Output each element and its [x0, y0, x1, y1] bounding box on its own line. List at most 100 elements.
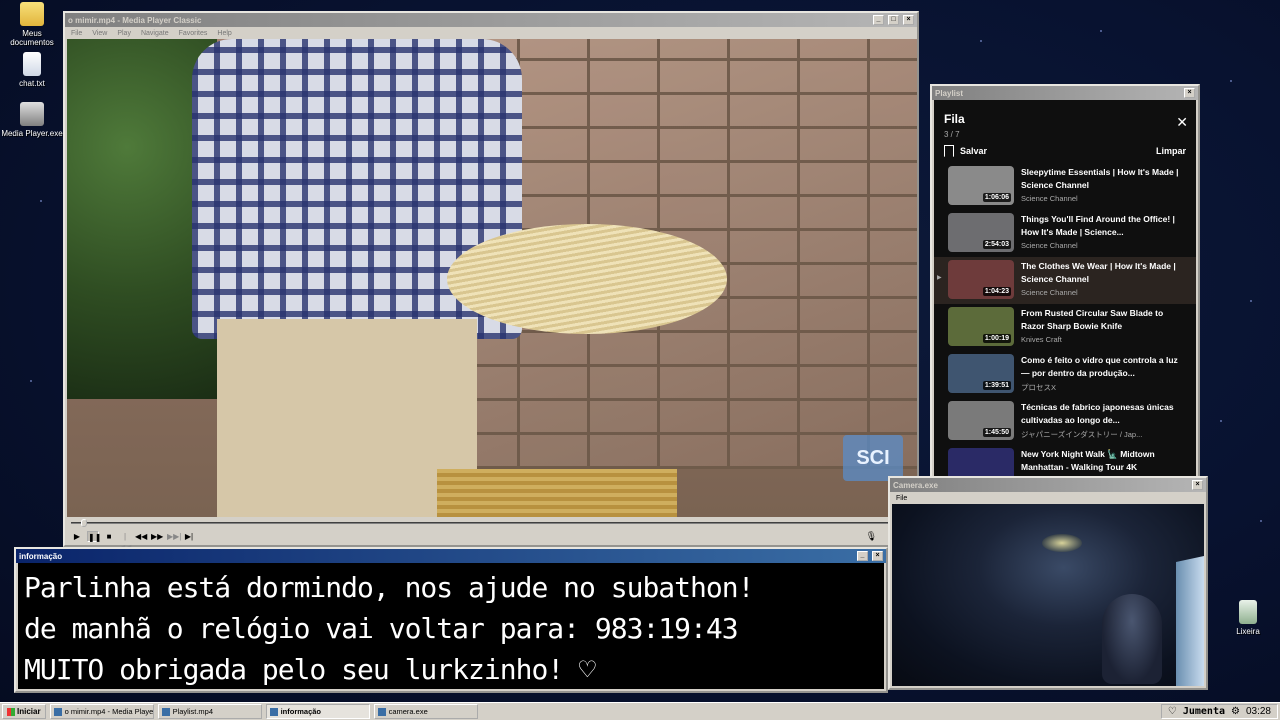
text-file-icon: [23, 52, 41, 76]
video-title[interactable]: Como é feito o vidro que controla a luz …: [1021, 354, 1186, 380]
play-button[interactable]: ▶: [71, 531, 83, 542]
previous-button[interactable]: |◀◀: [119, 531, 131, 552]
channel-name: Science Channel: [1021, 194, 1078, 203]
close-button[interactable]: ×: [1192, 480, 1203, 490]
menu-help[interactable]: Help: [217, 30, 231, 37]
desktop-icon-media-player[interactable]: Media Player.exe: [0, 102, 64, 138]
menu-play[interactable]: Play: [117, 30, 131, 37]
recycle-bin-icon: [1239, 600, 1257, 624]
channel-name: Science Channel: [1021, 288, 1078, 297]
close-button[interactable]: ×: [1184, 88, 1195, 98]
desktop-icon-chat-txt[interactable]: chat.txt: [0, 52, 64, 88]
playlist-item[interactable]: 1:39:51 Como é feito o vidro que controla…: [934, 351, 1196, 398]
video-thumbnail[interactable]: [948, 448, 1014, 476]
desktop-icon-recycle-bin[interactable]: Lixeira: [1216, 600, 1280, 636]
pause-button[interactable]: ❚❚: [87, 530, 101, 542]
playlist-item[interactable]: New York Night Walk 🗽 Midtown Manhattan …: [934, 445, 1196, 476]
stop-button[interactable]: ■: [103, 531, 115, 542]
start-button[interactable]: Iniciar: [2, 704, 46, 719]
next-button[interactable]: ▶▶|: [167, 531, 181, 542]
app-icon: [20, 102, 44, 126]
rewind-button[interactable]: ◀◀: [135, 531, 147, 542]
duration-badge: 1:04:23: [982, 287, 1011, 296]
menu-favorites[interactable]: Favorites: [179, 30, 208, 37]
video-title[interactable]: The Clothes We Wear | How It's Made | Sc…: [1021, 260, 1186, 286]
frame-step-button[interactable]: ▶|: [183, 531, 195, 542]
close-button[interactable]: ×: [872, 551, 883, 561]
channel-name: Science Channel: [1021, 241, 1078, 250]
video-title[interactable]: Técnicas de fabrico japonesas únicas cul…: [1021, 401, 1186, 427]
video-thumbnail[interactable]: 1:06:06: [948, 166, 1014, 205]
media-player-titlebar[interactable]: o mimir.mp4 - Media Player Classic _ □ ×: [65, 13, 917, 27]
windows-logo-icon: [7, 707, 15, 716]
taskbar: Iniciar o mimir.mp4 - Media Playe... Pla…: [0, 702, 1280, 720]
video-display[interactable]: SCI: [67, 39, 917, 517]
close-button[interactable]: ×: [903, 15, 914, 25]
channel-name: プロセスX: [1021, 383, 1057, 392]
desktop-icon-my-documents[interactable]: Meus documentos: [0, 2, 64, 47]
volume-icon[interactable]: 🎙: [866, 531, 877, 542]
maximize-button[interactable]: □: [888, 15, 899, 25]
video-thumbnail[interactable]: 1:00:19: [948, 307, 1014, 346]
playlist-item[interactable]: 1:45:50 Técnicas de fabrico japonesas úni…: [934, 398, 1196, 445]
info-window[interactable]: informação _ × Parlinha está dormindo, n…: [14, 547, 888, 693]
video-thumbnail[interactable]: 1:04:23: [948, 260, 1014, 299]
camera-titlebar[interactable]: Camera.exe ×: [890, 478, 1206, 492]
video-title[interactable]: From Rusted Circular Saw Blade to Razor …: [1021, 307, 1186, 333]
channel-name: Knives Craft: [1021, 335, 1062, 344]
playlist-item[interactable]: 1:04:23 The Clothes We Wear | How It's Ma…: [934, 257, 1196, 304]
seek-thumb[interactable]: [81, 519, 88, 527]
heart-icon: ♡: [1167, 706, 1177, 717]
playlist-item[interactable]: 2:54:03 Things You'll Find Around the Off…: [934, 210, 1196, 257]
playlist-titlebar[interactable]: Playlist ×: [932, 86, 1198, 100]
playlist-window[interactable]: Playlist × Fila 3 / 7 ✕ Salvar Limpar 1:…: [930, 84, 1200, 480]
camera-window[interactable]: Camera.exe × File: [888, 476, 1208, 690]
bookmark-icon: [944, 145, 954, 157]
seek-bar[interactable]: [67, 519, 917, 527]
tray-username: Jumenta: [1182, 706, 1225, 717]
video-thumbnail[interactable]: 1:39:51: [948, 354, 1014, 393]
playlist-item[interactable]: 1:00:19 From Rusted Circular Saw Blade to…: [934, 304, 1196, 351]
playlist-items: 1:06:06 Sleepytime Essentials | How It's …: [934, 163, 1196, 476]
menu-file[interactable]: File: [896, 495, 907, 502]
info-line-1: Parlinha está dormindo, nos ajude no sub…: [24, 571, 754, 604]
menu-view[interactable]: View: [92, 30, 107, 37]
media-player-menubar: File View Play Navigate Favorites Help: [65, 27, 917, 39]
taskbar-item-playlist[interactable]: Playlist.mp4: [157, 704, 262, 719]
clock[interactable]: 03:28: [1246, 706, 1271, 717]
menu-navigate[interactable]: Navigate: [141, 30, 169, 37]
info-message: Parlinha está dormindo, nos ajude no sub…: [18, 563, 884, 689]
duration-badge: 1:06:06: [982, 193, 1011, 202]
taskbar-item-camera[interactable]: camera.exe: [373, 704, 478, 719]
duration-badge: 1:39:51: [982, 381, 1011, 390]
fast-forward-button[interactable]: ▶▶: [151, 531, 163, 542]
video-title[interactable]: New York Night Walk 🗽 Midtown Manhattan …: [1021, 448, 1186, 474]
video-thumbnail[interactable]: 1:45:50: [948, 401, 1014, 440]
info-line-2: de manhã o relógio vai voltar para: 983:…: [24, 612, 739, 645]
channel-name: ジャパニーズインダストリー / Jap...: [1021, 430, 1143, 439]
taskbar-item-media-player[interactable]: o mimir.mp4 - Media Playe...: [49, 704, 154, 719]
media-player-window[interactable]: o mimir.mp4 - Media Player Classic _ □ ×…: [63, 11, 919, 552]
system-tray: ♡ Jumenta ⚙ 03:28: [1160, 704, 1278, 719]
app-icon: [377, 707, 386, 716]
video-title[interactable]: Things You'll Find Around the Office! | …: [1021, 213, 1186, 239]
playlist-item[interactable]: 1:06:06 Sleepytime Essentials | How It's …: [934, 163, 1196, 210]
app-icon: [269, 707, 278, 716]
channel-watermark: SCI: [843, 435, 903, 481]
menu-file[interactable]: File: [71, 30, 82, 37]
taskbar-item-informacao[interactable]: informação: [265, 704, 370, 719]
video-thumbnail[interactable]: 2:54:03: [948, 213, 1014, 252]
minimize-button[interactable]: _: [857, 551, 868, 561]
duration-badge: 2:54:03: [982, 240, 1011, 249]
close-icon[interactable]: ✕: [1176, 114, 1188, 131]
app-icon: [53, 707, 62, 716]
video-title[interactable]: Sleepytime Essentials | How It's Made | …: [1021, 166, 1186, 192]
folder-icon: [20, 2, 44, 26]
clear-button[interactable]: Limpar: [1156, 146, 1186, 156]
duration-badge: 1:45:50: [982, 428, 1011, 437]
info-titlebar[interactable]: informação _ ×: [16, 549, 886, 563]
minimize-button[interactable]: _: [873, 15, 884, 25]
tray-icons[interactable]: ⚙: [1231, 706, 1240, 717]
save-button[interactable]: Salvar: [960, 146, 987, 156]
info-line-3: MUITO obrigada pelo seu lurkzinho! ♡: [24, 653, 596, 686]
